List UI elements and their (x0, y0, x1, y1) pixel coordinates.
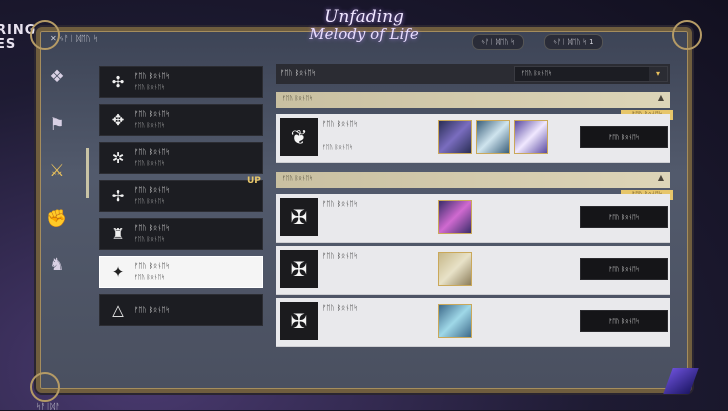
diamond-spark-icon[interactable]: ❖ (46, 66, 68, 88)
category-icon: ✢ (111, 187, 125, 205)
panel-title: ᚠᛖᚢ ᛒᛟᚾᛖᛋ (280, 69, 316, 77)
currency-pill-right[interactable]: ᛃᚨᛁ ᛞᛖᚢ ᛋ 1 (544, 34, 603, 50)
fist-icon[interactable]: ✊ (46, 208, 68, 230)
action-button[interactable]: ᚠᛖᚢ ᛒᛟᚾᛖᛋ (580, 310, 668, 332)
item-name: ᚠᛖᚢ ᛒᛟᚾᛖᛋ (322, 304, 358, 312)
category-subtitle: ᚠᛖᚢ ᛒᛟᚾᛖᛋ (134, 236, 165, 243)
bust-icon[interactable]: ♞ (46, 254, 68, 276)
category-item-selected[interactable]: ✦ ᚠᛖᚢ ᛒᛟᚾᛖᛋ ᚠᛖᚢ ᛒᛟᚾᛖᛋ (99, 256, 263, 288)
mask-emblem-icon: ✠ (280, 250, 318, 288)
category-subtitle: ᚠᛖᚢ ᛒᛟᚾᛖᛋ (134, 84, 165, 91)
item-name: ᚠᛖᚢ ᛒᛟᚾᛖᛋ (322, 252, 358, 260)
action-button[interactable]: ᚠᛖᚢ ᛒᛟᚾᛖᛋ (580, 206, 668, 228)
mask-emblem-icon: ✠ (280, 198, 318, 236)
logo-line1: Unfading (324, 7, 404, 27)
reward-thumbnail[interactable] (438, 120, 472, 154)
category-title: ᚠᛖᚢ ᛒᛟᚾᛖᛋ (134, 110, 170, 118)
category-title: ᚠᛖᚢ ᛒᛟᚾᛖᛋ (134, 262, 170, 270)
category-icon: ✣ (111, 73, 125, 91)
list-item: ✠ ᚠᛖᚢ ᛒᛟᚾᛖᛋ ᚠᛖᚢ ᛒᛟᚾᛖᛋ (276, 246, 670, 295)
category-icon: ✦ (111, 263, 125, 281)
character-emblem-icon: ❦ (280, 118, 318, 156)
back-button[interactable]: ✕ ᛃᚨᛁ ᛞᛖᚢ ᛋ (50, 34, 98, 43)
reward-thumbnail[interactable] (438, 200, 472, 234)
section-header[interactable]: ᚠᛖᚢ ᛒᛟᚾᛖᛋ ▲ (276, 92, 670, 108)
filter-dropdown[interactable]: ᚠᛖᚢ ᛒᛟᚾᛖᛋ ▾ (514, 66, 668, 82)
reward-thumbnail[interactable] (476, 120, 510, 154)
category-item[interactable]: ✲ ᚠᛖᚢ ᛒᛟᚾᛖᛋ ᚠᛖᚢ ᛒᛟᚾᛖᛋ (99, 142, 263, 174)
frame-ornament-bl (30, 372, 60, 402)
chevron-down-icon: ▾ (649, 67, 667, 81)
list-item: ✠ ᚠᛖᚢ ᛒᛟᚾᛖᛋ ᚠᛖᚢ ᛒᛟᚾᛖᛋ (276, 298, 670, 347)
category-item[interactable]: ♜ ᚠᛖᚢ ᛒᛟᚾᛖᛋ ᚠᛖᚢ ᛒᛟᚾᛖᛋ (99, 218, 263, 250)
banner-icon[interactable]: ⚑ (46, 114, 68, 136)
category-subtitle: ᚠᛖᚢ ᛒᛟᚾᛖᛋ (134, 122, 165, 129)
item-subtitle: ᚠᛖᚢ ᛒᛟᚾᛖᛋ (322, 144, 353, 151)
section-header[interactable]: ᚠᛖᚢ ᛒᛟᚾᛖᛋ ▲ (276, 172, 670, 188)
chevron-up-icon: ▲ (657, 93, 664, 102)
section-label: ᚠᛖᚢ ᛒᛟᚾᛖᛋ (282, 95, 313, 102)
crossed-swords-icon[interactable]: ⚔ (46, 160, 68, 182)
category-icon: ✲ (111, 149, 125, 167)
back-icon: ✕ (50, 34, 57, 43)
back-label: ᛃᚨᛁ ᛞᛖᚢ ᛋ (59, 34, 98, 43)
category-icon: △ (112, 301, 124, 319)
category-title: ᚠᛖᚢ ᛒᛟᚾᛖᛋ (134, 72, 170, 80)
frame-ornament-tr (672, 20, 702, 50)
rail-active-indicator (86, 148, 89, 198)
category-title: ᚠᛖᚢ ᛒᛟᚾᛖᛋ (134, 148, 170, 156)
mask-emblem-icon: ✠ (280, 302, 318, 340)
item-name: ᚠᛖᚢ ᛒᛟᚾᛖᛋ (322, 200, 358, 208)
category-item[interactable]: ✥ ᚠᛖᚢ ᛒᛟᚾᛖᛋ ᚠᛖᚢ ᛒᛟᚾᛖᛋ (99, 104, 263, 136)
category-subtitle: ᚠᛖᚢ ᛒᛟᚾᛖᛋ (134, 274, 165, 281)
list-item: ✠ ᚠᛖᚢ ᛒᛟᚾᛖᛋ ᚠᛖᚢ ᛒᛟᚾᛖᛋ (276, 194, 670, 243)
category-item[interactable]: △ ᚠᛖᚢ ᛒᛟᚾᛖᛋ (99, 294, 263, 326)
action-button[interactable]: ᚠᛖᚢ ᛒᛟᚾᛖᛋ (580, 126, 668, 148)
currency-pill-left[interactable]: ᛃᚨᛁ ᛞᛖᚢ ᛋ (472, 34, 524, 50)
category-title: ᚠᛖᚢ ᛒᛟᚾᛖᛋ (134, 186, 170, 194)
reward-thumbnail[interactable] (514, 120, 548, 154)
category-item[interactable]: ✣ ᚠᛖᚢ ᛒᛟᚾᛖᛋ ᚠᛖᚢ ᛒᛟᚾᛖᛋ (99, 66, 263, 98)
category-item[interactable]: ✢ ᚠᛖᚢ ᛒᛟᚾᛖᛋ ᚠᛖᚢ ᛒᛟᚾᛖᛋ (99, 180, 263, 212)
chevron-up-icon: ▲ (657, 173, 664, 182)
item-name: ᚠᛖᚢ ᛒᛟᚾᛖᛋ (322, 120, 358, 128)
category-icon: ♜ (111, 225, 125, 243)
game-logo: Unfading Melody of Life (284, 8, 444, 48)
up-label: UP (247, 176, 261, 186)
category-title: ᚠᛖᚢ ᛒᛟᚾᛖᛋ (134, 306, 170, 314)
reward-thumbnail[interactable] (438, 304, 472, 338)
logo-line2: Melody of Life (309, 25, 419, 43)
category-subtitle: ᚠᛖᚢ ᛒᛟᚾᛖᛋ (134, 160, 165, 167)
category-icon: ✥ (111, 111, 125, 129)
dropdown-value: ᚠᛖᚢ ᛒᛟᚾᛖᛋ (521, 70, 552, 77)
section-label: ᚠᛖᚢ ᛒᛟᚾᛖᛋ (282, 175, 313, 182)
action-button[interactable]: ᚠᛖᚢ ᛒᛟᚾᛖᛋ (580, 258, 668, 280)
category-subtitle: ᚠᛖᚢ ᛒᛟᚾᛖᛋ (134, 198, 165, 205)
reward-thumbnail[interactable] (438, 252, 472, 286)
category-title: ᚠᛖᚢ ᛒᛟᚾᛖᛋ (134, 224, 170, 232)
list-item: ❦ ᚠᛖᚢ ᛒᛟᚾᛖᛋ ᚠᛖᚢ ᛒᛟᚾᛖᛋ ᚠᛖᚢ ᛒᛟᚾᛖᛋ (276, 114, 670, 163)
